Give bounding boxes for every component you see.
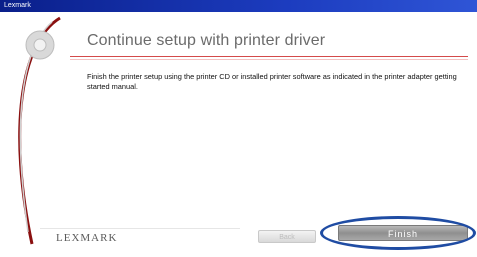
- title-divider-shadow: [70, 59, 468, 60]
- page-title: Continue setup with printer driver: [87, 32, 326, 49]
- swoosh-logo-icon: [18, 16, 61, 245]
- finish-highlight-ellipse: [320, 216, 476, 250]
- back-button[interactable]: Back: [258, 230, 316, 243]
- setup-dialog: Continue setup with printer driver Finis…: [0, 12, 477, 257]
- window-title: Lexmark: [4, 2, 31, 9]
- instruction-text: Finish the printer setup using the print…: [87, 72, 457, 91]
- footer-divider: [40, 228, 240, 229]
- title-divider: [70, 56, 468, 57]
- lexmark-logo: LEXMARK: [56, 232, 118, 244]
- title-bar: Lexmark: [0, 0, 477, 12]
